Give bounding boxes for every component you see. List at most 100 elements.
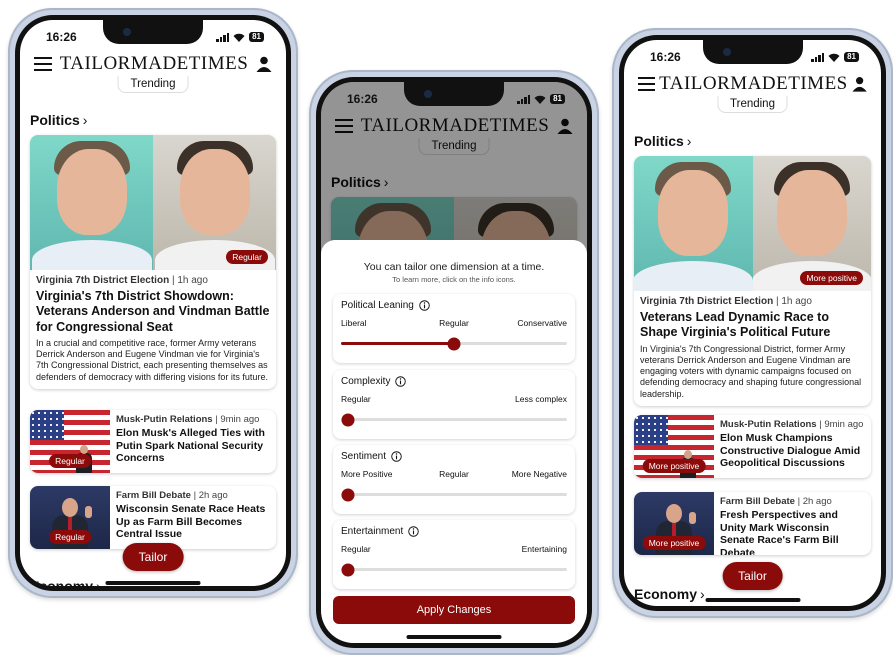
wifi-icon — [534, 95, 546, 104]
card-body: Musk-Putin Relations | 9min ago Elon Mus… — [110, 410, 276, 473]
phone-bezel: 16:26 81 TAILORMADETIMES Trending Politi… — [316, 77, 592, 648]
slider-knob[interactable] — [341, 413, 355, 426]
notch — [404, 82, 504, 106]
article-category: Virginia 7th District Election — [640, 296, 774, 307]
signal-icon — [216, 32, 230, 42]
phone-screen: 16:26 81 TAILORMADETIMES Trending Politi… — [20, 20, 286, 586]
article-category: Virginia 7th District Election — [36, 275, 170, 286]
slider-knob[interactable] — [341, 563, 355, 576]
tailor-button[interactable]: Tailor — [722, 562, 783, 590]
sentiment-slider[interactable] — [341, 488, 567, 501]
dimension-title-text: Sentiment — [341, 451, 387, 462]
complexity-slider[interactable] — [341, 413, 567, 426]
phone-left: 16:26 81 TAILORMADETIMES Trending Politi… — [8, 8, 298, 598]
dimension-title: Political Leaning — [341, 300, 567, 311]
camera-icon — [722, 48, 731, 56]
home-indicator[interactable] — [705, 598, 800, 602]
home-indicator[interactable] — [406, 635, 502, 639]
tone-badge: More positive — [642, 459, 706, 473]
article-meta: Musk-Putin Relations | 9min ago — [116, 414, 270, 425]
hero-article[interactable]: More positive Virginia 7th District Elec… — [634, 156, 871, 406]
scale-label-right: Less complex — [515, 394, 567, 404]
hero-summary: In a crucial and competitive race, forme… — [36, 337, 268, 382]
card-headline: Elon Musk's Alleged Ties with Putin Spar… — [116, 427, 265, 465]
scale-label-left: Regular — [341, 544, 371, 554]
brand-logo: TAILORMADETIMES — [59, 53, 249, 74]
scale-label-right: Entertaining — [521, 544, 567, 554]
section-economy[interactable]: Economy › — [634, 586, 705, 602]
slider-knob[interactable] — [447, 337, 461, 350]
tone-badge: Regular — [49, 454, 91, 468]
candidate-photo-left — [30, 135, 153, 270]
section-politics[interactable]: Politics › — [634, 133, 691, 149]
info-icon[interactable] — [408, 526, 419, 537]
menu-icon[interactable] — [638, 77, 656, 91]
article-category: Farm Bill Debate — [116, 490, 191, 501]
candidate-photo-left — [634, 156, 753, 291]
chevron-right-icon: › — [82, 112, 88, 128]
article-meta: Musk-Putin Relations | 9min ago — [720, 419, 865, 430]
section-politics[interactable]: Politics › — [30, 112, 87, 128]
phone-screen: 16:26 81 TAILORMADETIMES Trending Politi… — [321, 82, 587, 643]
article-card[interactable]: Regular Farm Bill Debate | 2h ago Wiscon… — [30, 486, 276, 549]
tailor-sheet: You can tailor one dimension at a time. … — [321, 240, 587, 643]
hero-summary: In Virginia's 7th Congressional District… — [640, 343, 862, 399]
article-time: | 2h ago — [794, 496, 832, 507]
info-icon[interactable] — [391, 451, 402, 462]
app-header: TAILORMADETIMES — [20, 50, 286, 78]
trending-tab[interactable]: Trending — [117, 76, 189, 93]
signal-icon — [811, 52, 825, 62]
slider-knob[interactable] — [341, 488, 355, 501]
article-card[interactable]: More positive Musk-Putin Relations | 9mi… — [634, 415, 871, 478]
entertainment-slider[interactable] — [341, 563, 567, 576]
battery-icon: 81 — [249, 32, 264, 42]
wifi-icon — [828, 53, 840, 62]
info-icon[interactable] — [419, 300, 430, 311]
article-time: | 9min ago — [212, 414, 260, 425]
article-meta: Farm Bill Debate | 2h ago — [116, 490, 270, 501]
flag-thumbnail: More positive — [634, 415, 714, 478]
tone-badge: Regular — [49, 530, 91, 544]
phone-right: 16:26 81 TAILORMADETIMES Trending Politi… — [612, 28, 893, 618]
scale-label-mid: Regular — [439, 318, 469, 328]
political-leaning-slider[interactable] — [341, 337, 567, 350]
dimension-title: Complexity — [341, 376, 567, 387]
article-time: | 1h ago — [169, 275, 208, 286]
menu-icon[interactable] — [34, 57, 52, 71]
apply-changes-button[interactable]: Apply Changes — [333, 596, 575, 624]
article-time: | 2h ago — [190, 490, 228, 501]
info-icon[interactable] — [395, 376, 407, 387]
status-icons: 81 — [216, 32, 264, 42]
camera-icon — [123, 28, 131, 36]
scale-labels: Regular Less complex — [341, 394, 567, 406]
chevron-right-icon: › — [686, 133, 692, 149]
hero-article[interactable]: Regular Virginia 7th District Election |… — [30, 135, 276, 389]
flag-thumbnail: Regular — [30, 410, 110, 473]
battery-icon: 81 — [550, 94, 565, 104]
card-headline: Wisconsin Senate Race Heats Up as Farm B… — [116, 503, 266, 541]
user-icon[interactable] — [256, 56, 272, 72]
scale-labels: Liberal Regular Conservative — [341, 318, 567, 330]
home-indicator[interactable] — [105, 581, 201, 585]
section-economy[interactable]: Economy › — [30, 578, 101, 586]
dimension-complexity: Complexity Regular Less complex — [333, 370, 575, 439]
tailor-button[interactable]: Tailor — [122, 543, 184, 571]
dimension-sentiment: Sentiment More Positive Regular More Neg… — [333, 445, 575, 514]
card-body: Musk-Putin Relations | 9min ago Elon Mus… — [714, 415, 871, 478]
status-icons: 81 — [517, 94, 565, 104]
hero-image: More positive — [634, 156, 871, 291]
article-card[interactable]: Regular Musk-Putin Relations | 9min ago … — [30, 410, 276, 473]
scale-label-right: Conservative — [517, 318, 567, 328]
scale-labels: More Positive Regular More Negative — [341, 469, 567, 481]
signal-icon — [517, 94, 531, 104]
sheet-subtitle: To learn more, click on the info icons. — [392, 275, 516, 284]
tone-badge: More positive — [800, 271, 863, 285]
article-meta: Farm Bill Debate | 2h ago — [720, 496, 865, 507]
status-time: 16:26 — [46, 30, 77, 44]
hero-image: Regular — [30, 135, 276, 270]
card-headline: Elon Musk Champions Constructive Dialogu… — [720, 432, 861, 470]
user-icon[interactable] — [852, 76, 867, 92]
article-card[interactable]: More positive Farm Bill Debate | 2h ago … — [634, 492, 871, 555]
section-politics-label: Politics — [30, 112, 80, 128]
trending-tab[interactable]: Trending — [717, 96, 788, 113]
